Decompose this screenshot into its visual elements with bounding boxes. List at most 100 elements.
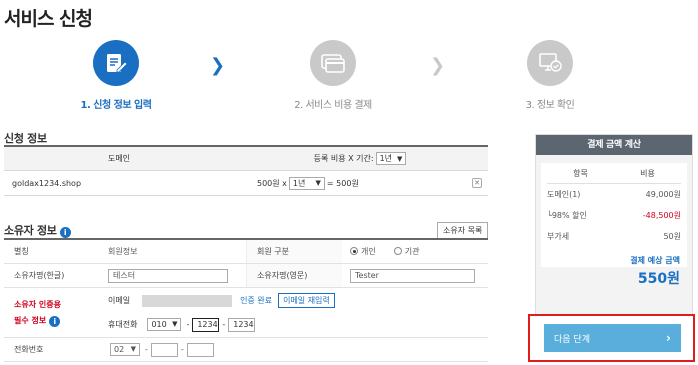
- column-cost: 비용: [640, 168, 655, 178]
- chevron-down-icon: ▼: [172, 320, 178, 328]
- dash: -: [186, 320, 190, 329]
- step-2: 2. 서비스 비용 결제: [268, 40, 398, 111]
- chevron-right-icon: ❯: [210, 55, 226, 76]
- period-select-all-value: 1년: [379, 154, 393, 163]
- close-icon: ✕: [474, 179, 480, 187]
- owner-table: 별칭 회원정보 회원 구분 개인 기관 소유자명(한글) 테스터 소유자명(영문…: [4, 238, 488, 362]
- payment-row: 도메인(1) 49,000원: [547, 184, 681, 205]
- mobile-line: 휴대전화 010 ▼ - 1234 - 1234: [108, 313, 488, 337]
- edit-document-icon: [93, 40, 139, 86]
- step-2-number: 2.: [294, 100, 303, 111]
- auth-row: 소유자 인증용 필수 정보 i 이메일 인증 완료 이메일 재입력 휴대전화 01…: [4, 288, 488, 338]
- step-1-label: 신청 정보 입력: [93, 100, 152, 111]
- auth-label-line-2: 필수 정보: [14, 315, 47, 325]
- phone-last-input[interactable]: [186, 342, 214, 357]
- mobile-label: 휴대전화: [108, 320, 138, 329]
- table-row: goldax1234.shop 500원 x 1년 ▼ = 500원 ✕: [4, 171, 488, 196]
- column-period-label: 등록 비용 X 기간:: [313, 154, 374, 163]
- member-type-organization-label: 기관: [404, 247, 420, 256]
- info-icon[interactable]: i: [59, 227, 71, 238]
- domain-table-header: 도메인 등록 비용 X 기간: 1년 ▼: [4, 147, 488, 171]
- mobile-mid-input[interactable]: 1234: [192, 317, 220, 332]
- step-1: 1. 신청 정보 입력: [51, 40, 181, 111]
- credit-card-icon: [310, 40, 356, 86]
- total-label: 결제 예상 금액: [630, 256, 680, 265]
- payment-table: 항목 비용 도메인(1) 49,000원 └98% 할인 -48,500원 부가…: [541, 163, 687, 267]
- member-type-group: 개인 기관: [342, 246, 488, 257]
- member-type-label: 회원 구분: [246, 240, 342, 263]
- chevron-right-icon: ›: [666, 331, 671, 345]
- payment-item-amount: 49,000원: [645, 190, 681, 199]
- payment-item-label: 부가세: [547, 232, 570, 241]
- dash: -: [180, 345, 184, 354]
- name-kr-label: 소유자명(한글): [14, 271, 65, 280]
- radio-icon: [393, 247, 402, 255]
- step-3-label: 정보 확인: [536, 100, 575, 111]
- total-text: = 500원: [326, 178, 359, 188]
- dash: -: [222, 320, 226, 329]
- phone-prefix-select[interactable]: 02 ▼: [110, 343, 140, 356]
- chevron-right-icon: ❯: [430, 55, 446, 76]
- phone-label: 전화번호: [14, 345, 44, 354]
- column-period: 등록 비용 X 기간: 1년 ▼: [234, 152, 488, 165]
- alias-row: 별칭 회원정보 회원 구분 개인 기관: [4, 240, 488, 264]
- next-step-button[interactable]: 다음 단계 ›: [544, 324, 681, 352]
- application-section-title: 신청 정보: [4, 132, 47, 145]
- period-cell: 500원 x 1년 ▼ = 500원 ✕: [234, 176, 488, 190]
- name-en-label: 소유자명(영문): [246, 264, 342, 287]
- chevron-down-icon: ▼: [315, 178, 321, 187]
- column-item: 항목: [573, 168, 588, 178]
- domain-table: 도메인 등록 비용 X 기간: 1년 ▼ goldax1234.shop 500원…: [4, 145, 488, 196]
- phone-fields: 02 ▼ - -: [100, 342, 488, 357]
- auth-label: 소유자 인증용 필수 정보 i: [4, 297, 100, 329]
- column-domain: 도메인: [107, 154, 131, 163]
- payment-item-amount: 50원: [663, 232, 681, 241]
- payment-header: 결제 금액 계산: [536, 135, 692, 155]
- dash: -: [145, 345, 148, 354]
- phone-prefix-value: 02: [114, 345, 125, 354]
- chevron-down-icon: ▼: [397, 155, 403, 163]
- name-en-input[interactable]: Tester: [350, 268, 475, 283]
- mobile-prefix-select[interactable]: 010 ▼: [147, 318, 182, 331]
- payment-row: 부가세 50원: [547, 226, 681, 247]
- email-line: 이메일 인증 완료 이메일 재입력: [108, 289, 488, 313]
- name-kr-input[interactable]: 테스터: [108, 268, 228, 283]
- period-select[interactable]: 1년 ▼: [288, 176, 325, 190]
- auth-complete-text: 인증 완료: [240, 296, 273, 305]
- remove-domain-button[interactable]: ✕: [472, 178, 482, 188]
- payment-table-header: 항목 비용: [547, 163, 681, 184]
- owner-section-title-text: 소유자 정보: [4, 224, 57, 237]
- step-3: 3. 정보 확인: [485, 40, 615, 111]
- auth-label-line-1: 소유자 인증용: [14, 299, 61, 309]
- owner-section-title: 소유자 정보 i: [4, 222, 71, 238]
- step-2-label: 서비스 비용 결제: [305, 100, 372, 111]
- next-step-label: 다음 단계: [554, 334, 590, 345]
- payment-item-amount: -48,500원: [642, 211, 681, 220]
- monitor-check-icon: [527, 40, 573, 86]
- member-type-individual-label: 개인: [361, 247, 376, 256]
- total-value: 550원: [637, 271, 680, 287]
- mobile-last-input[interactable]: 1234: [228, 317, 256, 332]
- next-button-highlight: 다음 단계 ›: [528, 314, 695, 362]
- mobile-prefix-value: 010: [151, 320, 167, 329]
- name-row: 소유자명(한글) 테스터 소유자명(영문) Tester: [4, 264, 488, 288]
- info-icon[interactable]: i: [49, 315, 61, 327]
- email-reenter-button[interactable]: 이메일 재입력: [278, 293, 335, 308]
- price-text: 500원 x: [257, 178, 287, 188]
- period-select-all[interactable]: 1년 ▼: [375, 152, 407, 165]
- payment-item-label: 도메인(1): [547, 190, 581, 199]
- payment-panel: 결제 금액 계산 항목 비용 도메인(1) 49,000원 └98% 할인 -4…: [535, 134, 693, 316]
- member-type-individual[interactable]: 개인: [350, 246, 376, 257]
- alias-label: 별칭: [14, 247, 29, 256]
- step-3-number: 3.: [525, 100, 535, 111]
- owner-list-button[interactable]: 소유자 목록: [437, 222, 489, 239]
- email-label: 이메일: [108, 296, 131, 305]
- auth-fields: 이메일 인증 완료 이메일 재입력 휴대전화 010 ▼ - 1234 - 123…: [100, 289, 488, 337]
- member-type-organization[interactable]: 기관: [393, 246, 420, 257]
- domain-name: goldax1234.shop: [12, 178, 82, 188]
- step-1-number: 1.: [80, 100, 91, 111]
- phone-mid-input[interactable]: [150, 342, 178, 357]
- email-value-masked: [142, 294, 233, 307]
- radio-selected-icon: [350, 247, 358, 255]
- phone-row: 전화번호 02 ▼ - -: [4, 338, 488, 362]
